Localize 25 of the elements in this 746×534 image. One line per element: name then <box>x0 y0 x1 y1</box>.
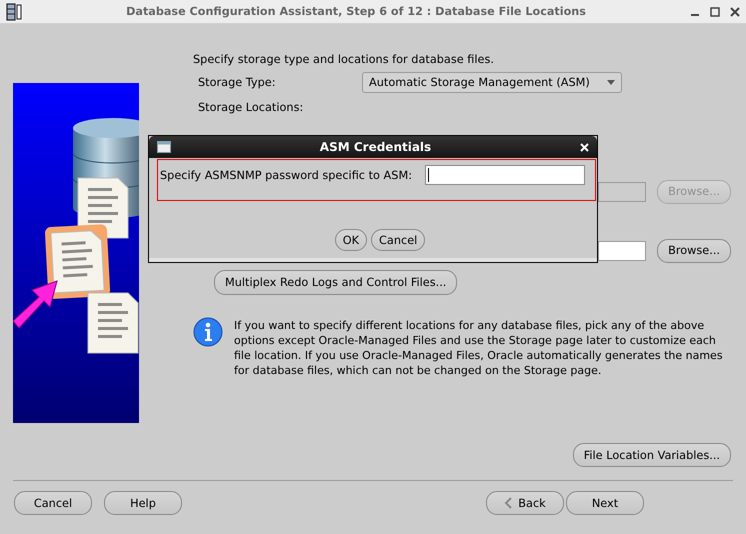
nav-button[interactable]: Help <box>104 491 182 515</box>
storage-type-label: Storage Type: <box>198 76 277 89</box>
window-icon <box>157 141 171 153</box>
maximize-icon[interactable] <box>710 6 720 16</box>
dialog-title: ASM Credentials <box>318 140 432 154</box>
password-field[interactable] <box>425 165 585 185</box>
password-label: Specify ASMSNMP password specific to ASM: <box>160 168 413 182</box>
info-text: If you want to specify different locations for any database files, pick any of the above options except Oracle-Managed Files and use the Storage page later to customize each file location. If you use Oracle-Managed Files, Oracle automatically generates the names for database files, which can not be changed on the Storage page. <box>234 318 724 378</box>
storage-type-dropdown[interactable]: Automatic Storage Management (ASM) <box>362 72 622 93</box>
multiplex-button[interactable]: Multiplex Redo Logs and Control Files... <box>214 270 458 295</box>
cancel-button[interactable]: Cancel <box>371 229 426 251</box>
browse-button[interactable]: Browse... <box>657 238 731 262</box>
nav-button[interactable]: Next <box>566 491 644 515</box>
ok-button[interactable]: OK <box>334 229 368 251</box>
instructions-text: Specify storage type and locations for database files. <box>193 53 495 67</box>
location-field[interactable] <box>598 240 646 260</box>
file-location-variables-button[interactable]: File Location Variables... <box>572 443 731 467</box>
nav-button[interactable]: Back <box>486 491 564 515</box>
dropdown-arrow-icon <box>607 80 615 85</box>
storage-locations-label: Storage Locations: <box>197 101 304 115</box>
nav-button[interactable]: Cancel <box>14 491 92 515</box>
app-icon <box>6 2 22 20</box>
close-icon[interactable] <box>730 6 740 16</box>
info-icon <box>193 317 223 347</box>
window-title: Database Configuration Assistant, Step 6 of 12 : Database File Locations <box>125 5 587 18</box>
